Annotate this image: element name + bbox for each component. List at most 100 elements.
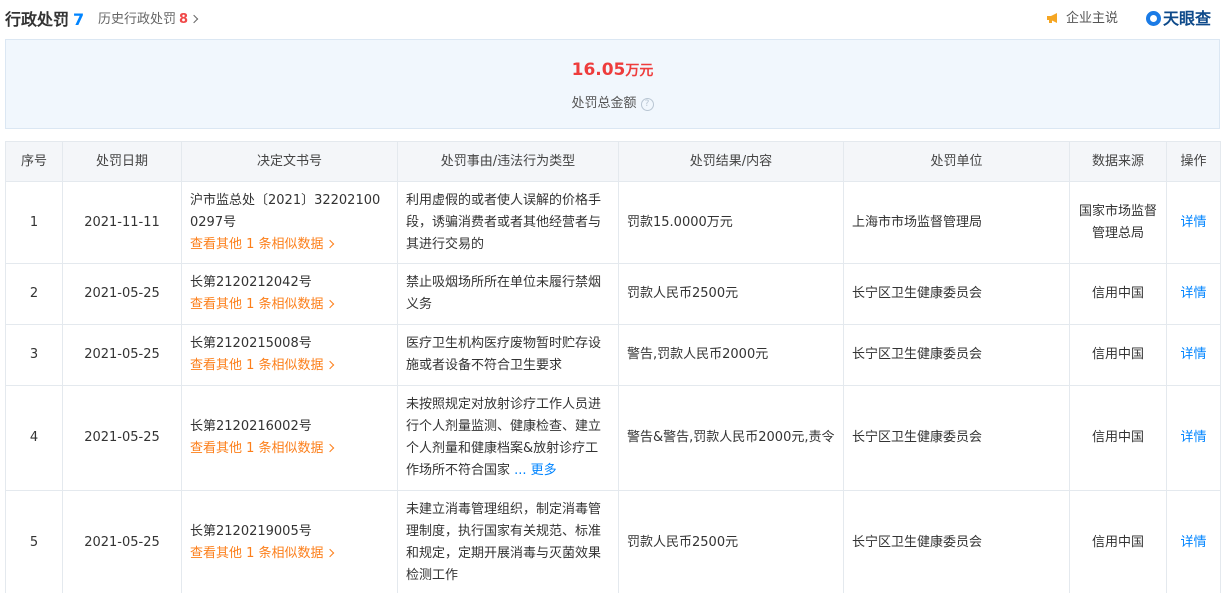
eye-logo-icon [1146,11,1161,26]
row-doc-cell: 长第2120216002号 查看其他 1 条相似数据 [181,385,398,491]
row-unit: 上海市市场监督管理局 [843,181,1070,264]
column-header-date: 处罚日期 [62,141,182,182]
column-header-action: 操作 [1166,141,1221,182]
row-reason: 利用虚假的或者使人误解的价格手段，诱骗消费者或者其他经营者与其进行交易的 [397,181,619,264]
section-count: 7 [73,10,85,29]
row-doc: 长第2120215008号 [190,336,312,351]
row-detail-cell: 详情 [1166,385,1221,491]
section-title-label: 行政处罚 [5,10,70,29]
column-header-source: 数据来源 [1069,141,1167,182]
table-row: 1 2021-11-11 沪市监总处〔2021〕32202100 0297号 查… [5,181,1221,264]
row-unit: 长宁区卫生健康委员会 [843,385,1070,491]
column-header-doc: 决定文书号 [181,141,398,182]
brand-logo: 天眼查 [1146,5,1211,29]
penalty-summary: 16.05万元 处罚总金额? [5,39,1220,129]
table-row: 5 2021-05-25 长第2120219005号 查看其他 1 条相似数据 … [5,490,1221,593]
similar-data-link[interactable]: 查看其他 1 条相似数据 [190,543,389,565]
row-result: 警告,罚款人民币2000元 [618,324,844,386]
history-count: 8 [179,12,189,27]
total-amount: 16.05万元 [6,60,1219,80]
row-doc: 长第2120219005号 [190,523,312,539]
row-reason: 未按照规定对放射诊疗工作人员进行个人剂量监测、健康检查、建立个人剂量和健康档案&… [406,397,602,478]
similar-data-link[interactable]: 查看其他 1 条相似数据 [190,234,389,256]
section-header: 行政处罚 7 历史行政处罚 8 企业主说 天眼查 [0,0,1224,32]
row-doc: 沪市监总处〔2021〕32202100 0297号 [190,192,381,230]
total-amount-value: 16.05 [571,60,626,80]
help-icon[interactable]: ? [640,98,654,111]
row-result: 罚款15.0000万元 [618,181,844,264]
similar-data-label: 查看其他 1 条相似数据 [190,358,324,373]
row-source: 信用中国 [1069,385,1167,491]
row-unit: 长宁区卫生健康委员会 [843,263,1070,325]
similar-data-label: 查看其他 1 条相似数据 [190,441,324,456]
row-result: 罚款人民币2500元 [618,263,844,325]
similar-data-link[interactable]: 查看其他 1 条相似数据 [190,294,389,316]
row-no: 4 [5,385,63,491]
detail-link[interactable]: 详情 [1180,215,1206,230]
column-header-reason: 处罚事由/违法行为类型 [397,141,619,182]
row-date: 2021-11-11 [62,181,182,264]
row-source: 信用中国 [1069,324,1167,386]
row-detail-cell: 详情 [1166,263,1221,325]
row-source: 国家市场监督管理总局 [1069,181,1167,264]
section-title: 行政处罚 7 [5,6,84,30]
row-detail-cell: 详情 [1166,324,1221,386]
total-amount-caption: 处罚总金额? [6,92,1219,112]
chevron-right-icon [189,14,199,24]
chevron-right-icon [325,360,334,370]
brand-logo-text: 天眼查 [1163,9,1212,28]
row-detail-cell: 详情 [1166,490,1221,593]
column-header-result: 处罚结果/内容 [618,141,844,182]
row-no: 5 [5,490,63,593]
chevron-right-icon [325,548,334,557]
row-unit: 长宁区卫生健康委员会 [843,490,1070,593]
row-no: 2 [5,263,63,325]
detail-link[interactable]: 详情 [1180,535,1206,550]
history-link[interactable]: 历史行政处罚 8 [98,8,199,27]
similar-data-label: 查看其他 1 条相似数据 [190,236,324,252]
row-reason-cell: 未按照规定对放射诊疗工作人员进行个人剂量监测、健康检查、建立个人剂量和健康档案&… [397,385,619,491]
detail-link[interactable]: 详情 [1180,286,1206,301]
row-result: 罚款人民币2500元 [618,490,844,593]
table-row: 2 2021-05-25 长第2120212042号 查看其他 1 条相似数据 … [5,263,1221,325]
row-source: 信用中国 [1069,490,1167,593]
more-link[interactable]: ... 更多 [514,463,557,478]
row-detail-cell: 详情 [1166,181,1221,264]
row-date: 2021-05-25 [62,385,182,491]
table-header-row: 序号 处罚日期 决定文书号 处罚事由/违法行为类型 处罚结果/内容 处罚单位 数… [5,141,1221,182]
row-date: 2021-05-25 [62,490,182,593]
detail-link[interactable]: 详情 [1180,347,1206,362]
total-amount-label: 处罚总金额 [571,96,637,111]
column-header-no: 序号 [5,141,63,182]
column-header-unit: 处罚单位 [843,141,1070,182]
row-source: 信用中国 [1069,263,1167,325]
row-unit: 长宁区卫生健康委员会 [843,324,1070,386]
total-amount-unit: 万元 [625,63,654,79]
row-doc: 长第2120216002号 [190,419,312,434]
chevron-right-icon [325,443,334,453]
table-row: 4 2021-05-25 长第2120216002号 查看其他 1 条相似数据 … [5,385,1221,491]
owner-claim-button[interactable]: 企业主说 [1046,7,1118,26]
similar-data-link[interactable]: 查看其他 1 条相似数据 [190,355,389,377]
row-no: 1 [5,181,63,264]
similar-data-link[interactable]: 查看其他 1 条相似数据 [190,438,389,460]
similar-data-label: 查看其他 1 条相似数据 [190,545,324,561]
row-reason: 医疗卫生机构医疗废物暂时贮存设施或者设备不符合卫生要求 [397,324,619,386]
chevron-right-icon [325,299,334,309]
penalty-table: 序号 处罚日期 决定文书号 处罚事由/违法行为类型 处罚结果/内容 处罚单位 数… [5,141,1221,593]
history-label: 历史行政处罚 [98,12,177,27]
chevron-right-icon [325,239,334,248]
row-doc-cell: 沪市监总处〔2021〕32202100 0297号 查看其他 1 条相似数据 [181,181,398,264]
row-doc-cell: 长第2120219005号 查看其他 1 条相似数据 [181,490,398,593]
megaphone-icon [1047,13,1057,23]
row-doc-cell: 长第2120215008号 查看其他 1 条相似数据 [181,324,398,386]
row-doc-cell: 长第2120212042号 查看其他 1 条相似数据 [181,263,398,325]
row-reason: 禁止吸烟场所所在单位未履行禁烟义务 [397,263,619,325]
row-doc: 长第2120212042号 [190,275,312,290]
detail-link[interactable]: 详情 [1180,430,1206,445]
owner-claim-label: 企业主说 [1066,11,1119,26]
row-date: 2021-05-25 [62,324,182,386]
similar-data-label: 查看其他 1 条相似数据 [190,297,324,312]
table-row: 3 2021-05-25 长第2120215008号 查看其他 1 条相似数据 … [5,324,1221,386]
row-date: 2021-05-25 [62,263,182,325]
